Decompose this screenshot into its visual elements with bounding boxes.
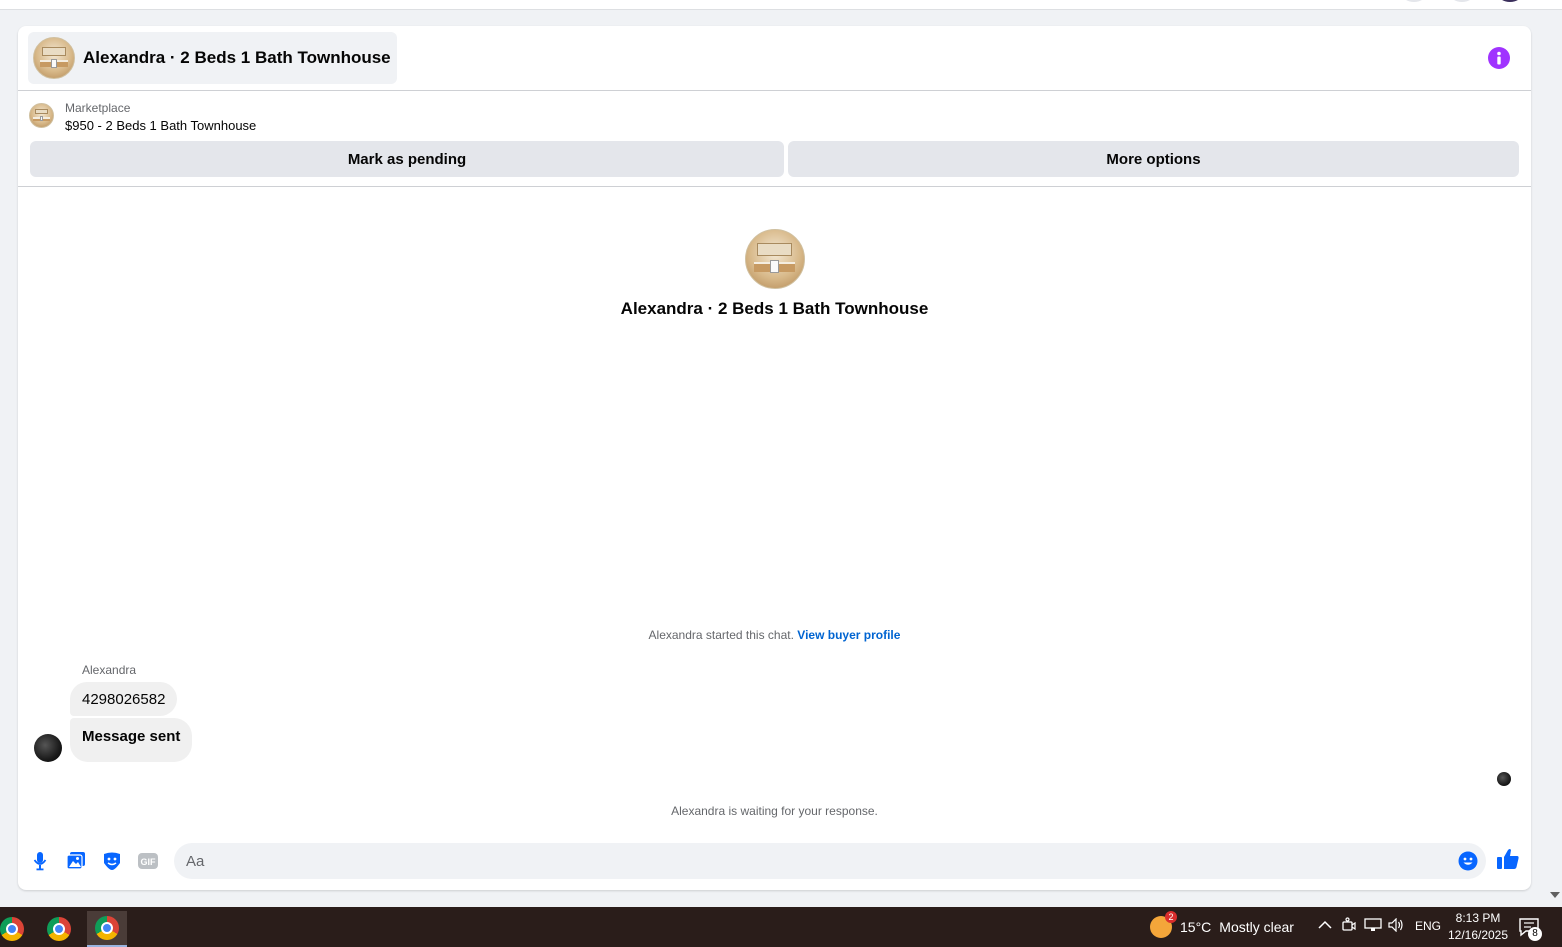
chrome-icon (0, 917, 24, 941)
emoji-icon[interactable] (1458, 851, 1478, 871)
chat-title: Alexandra · 2 Beds 1 Bath Townhouse (83, 48, 391, 67)
more-options-button[interactable]: More options (788, 141, 1519, 177)
weather-widget[interactable]: 2 15°C Mostly clear (1150, 911, 1294, 941)
mark-as-pending-button[interactable]: Mark as pending (30, 141, 784, 177)
svg-text:GIF: GIF (141, 857, 157, 867)
chevron-up-icon[interactable] (1318, 918, 1332, 933)
info-icon[interactable] (1488, 47, 1510, 69)
listing-info[interactable]: Marketplace $950 - 2 Beds 1 Bath Townhou… (29, 101, 256, 135)
chrome-icon (47, 917, 71, 941)
view-buyer-profile-link[interactable]: View buyer profile (797, 628, 900, 642)
weather-icon: 2 (1150, 911, 1177, 938)
nav-button[interactable] (1402, 0, 1426, 2)
seen-indicator-avatar (1497, 772, 1511, 786)
photo-icon[interactable] (64, 849, 88, 873)
notification-badge: 8 (1528, 927, 1542, 941)
profile-thumbnail[interactable] (744, 229, 805, 289)
listing-thumbnail (33, 37, 75, 79)
chat-title-button[interactable]: Alexandra · 2 Beds 1 Bath Townhouse (28, 32, 397, 84)
sender-avatar[interactable] (34, 734, 62, 762)
weather-temp: 15°C (1180, 919, 1212, 935)
listing-title: $950 - 2 Beds 1 Bath Townhouse (65, 118, 257, 133)
thumbs-up-icon[interactable] (1496, 847, 1522, 873)
profile-name: Alexandra · 2 Beds 1 Bath Townhouse (620, 299, 929, 318)
system-clock[interactable]: 8:13 PM 12/16/2025 (1440, 910, 1516, 944)
clock-date: 12/16/2025 (1447, 928, 1509, 942)
message-thread: Alexandra · 2 Beds 1 Bath Townhouse Alex… (18, 187, 1531, 837)
microphone-icon[interactable] (28, 849, 52, 873)
sender-name: Alexandra (82, 663, 137, 677)
message-bubble[interactable]: Message sent (70, 718, 193, 762)
browser-top-strip (0, 0, 1562, 10)
message-bubble[interactable]: 4298026582 (70, 682, 178, 716)
gif-icon[interactable]: GIF (136, 849, 160, 873)
message-composer: GIF (18, 837, 1531, 890)
windows-taskbar: 2 15°C Mostly clear ENG 8:13 PM 12/16/20… (0, 907, 1562, 947)
language-indicator[interactable]: ENG (1415, 919, 1441, 933)
listing-bar: Marketplace $950 - 2 Beds 1 Bath Townhou… (18, 91, 1531, 187)
profile-avatar[interactable] (1498, 0, 1522, 2)
taskbar-chrome-profile-app[interactable] (0, 911, 32, 947)
taskbar-chrome-app[interactable] (39, 911, 79, 947)
chat-started-notice: Alexandra started this chat. View buyer … (648, 628, 901, 642)
sticker-icon[interactable] (100, 849, 124, 873)
listing-small-thumbnail (29, 103, 54, 128)
volume-icon[interactable] (1388, 917, 1404, 935)
weather-condition: Mostly clear (1219, 919, 1294, 935)
scroll-down-arrow[interactable] (1550, 892, 1560, 898)
listing-source: Marketplace (65, 101, 131, 115)
chrome-icon (95, 916, 119, 940)
weather-badge: 2 (1165, 911, 1177, 923)
chat-header: Alexandra · 2 Beds 1 Bath Townhouse (18, 26, 1531, 91)
taskbar-chrome-active-app[interactable] (87, 911, 127, 947)
clock-time: 8:13 PM (1455, 911, 1501, 925)
nav-button[interactable] (1450, 0, 1474, 2)
meet-icon[interactable] (1342, 917, 1356, 936)
waiting-notice: Alexandra is waiting for your response. (671, 804, 878, 818)
network-icon[interactable] (1364, 918, 1382, 935)
chat-window: Alexandra · 2 Beds 1 Bath Townhouse Mark… (18, 26, 1531, 890)
conversation-profile: Alexandra · 2 Beds 1 Bath Townhouse (18, 229, 1531, 319)
message-input[interactable] (174, 843, 1486, 879)
